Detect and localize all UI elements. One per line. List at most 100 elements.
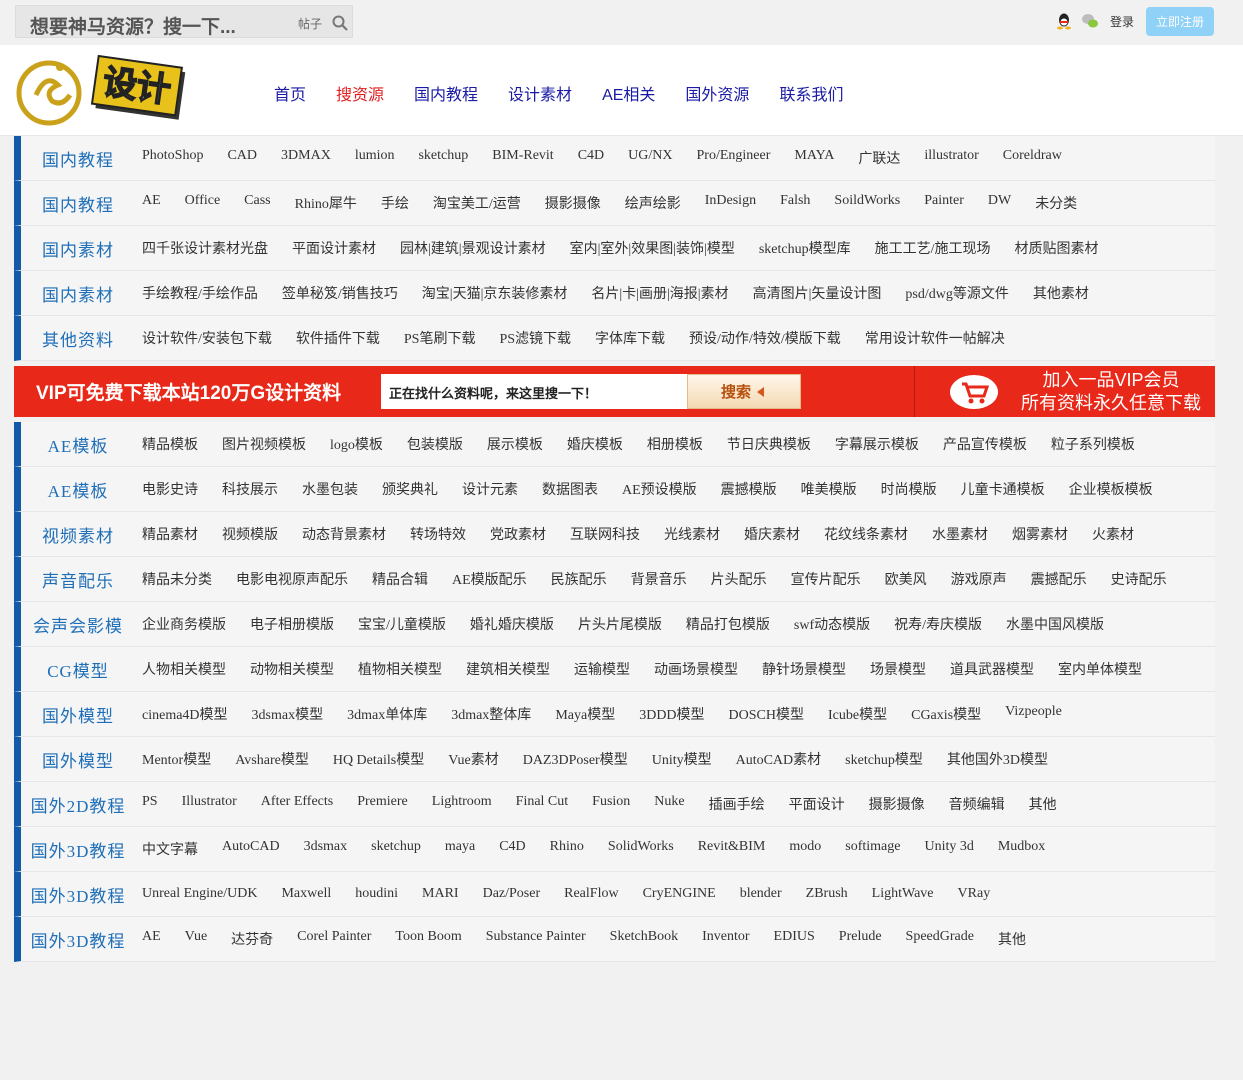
category-link[interactable]: houdini [355,886,398,902]
category-title[interactable]: 国内教程 [21,191,135,216]
category-title[interactable]: 国外3D教程 [21,927,135,952]
category-link[interactable]: 儿童卡通模板 [961,479,1045,499]
category-link[interactable]: SketchBook [610,929,678,949]
category-link[interactable]: HQ Details模型 [333,749,424,769]
category-link[interactable]: 婚庆模板 [567,434,623,454]
category-link[interactable]: Avshare模型 [235,749,309,769]
category-link[interactable]: 宣传片配乐 [791,569,861,589]
category-link[interactable]: logo模板 [330,434,383,454]
category-link[interactable]: sketchup [418,148,468,168]
category-link[interactable]: 中文字幕 [142,839,198,859]
category-link[interactable]: 植物相关模型 [358,659,442,679]
category-title[interactable]: 国外2D教程 [21,792,135,817]
category-link[interactable]: 其他素材 [1033,283,1089,303]
category-link[interactable]: 水墨包装 [302,479,358,499]
category-title[interactable]: 国内素材 [21,281,135,306]
category-link[interactable]: 科技展示 [222,479,278,499]
category-link[interactable]: Vue素材 [448,749,498,769]
category-link[interactable]: 其他 [1029,794,1057,814]
category-link[interactable]: 音频编辑 [949,794,1005,814]
category-link[interactable]: Premiere [357,794,408,814]
category-link[interactable]: SpeedGrade [906,929,974,949]
category-link[interactable]: InDesign [705,193,756,213]
category-link[interactable]: 动画场景模型 [654,659,738,679]
category-title[interactable]: 国内教程 [21,146,135,171]
category-link[interactable]: Rhino犀牛 [295,193,357,213]
category-link[interactable]: 震撼配乐 [1031,569,1087,589]
category-link[interactable]: 时尚模版 [881,479,937,499]
category-link[interactable]: UG/NX [628,148,672,168]
category-link[interactable]: 游戏原声 [951,569,1007,589]
category-link[interactable]: Mentor模型 [142,749,211,769]
category-link[interactable]: 背景音乐 [631,569,687,589]
category-link[interactable]: Revit&BIM [698,839,766,859]
vip-join-text[interactable]: 加入一品VIP会员 所有资料永久任意下载 [1016,369,1206,415]
category-link[interactable]: 字体库下载 [595,328,665,348]
category-title[interactable]: 声音配乐 [21,567,135,592]
category-link[interactable]: lumion [355,148,395,168]
category-link[interactable]: Falsh [780,193,810,213]
category-link[interactable]: C4D [499,839,525,859]
category-link[interactable]: 节日庆典模板 [727,434,811,454]
category-link[interactable]: 精品未分类 [142,569,212,589]
category-link[interactable]: 平面设计素材 [292,238,376,258]
category-link[interactable]: Daz/Poser [483,886,541,902]
category-link[interactable]: AE [142,193,161,213]
banner-search-button[interactable]: 搜索 [687,374,801,409]
category-title[interactable]: 国外3D教程 [21,882,135,907]
category-link[interactable]: 施工工艺/施工现场 [875,238,991,258]
category-link[interactable]: 软件插件下载 [296,328,380,348]
category-link[interactable]: 片头配乐 [711,569,767,589]
category-link[interactable]: MARI [422,886,459,902]
category-link[interactable]: Inventor [702,929,749,949]
category-link[interactable]: 3dmax单体库 [347,704,427,724]
category-title[interactable]: 国外模型 [21,747,135,772]
category-link[interactable]: 产品宣传模板 [943,434,1027,454]
category-link[interactable]: 设计元素 [462,479,518,499]
category-link[interactable]: 火素材 [1092,524,1134,544]
category-link[interactable]: PhotoShop [142,148,203,168]
category-link[interactable]: 水墨中国风模版 [1006,614,1104,634]
category-link[interactable]: 摄影摄像 [545,193,601,213]
category-link[interactable]: LightWave [872,886,934,902]
category-link[interactable]: 手绘教程/手绘作品 [142,283,258,303]
category-link[interactable]: 材质贴图素材 [1014,238,1098,258]
search-input[interactable]: 想要神马资源？搜一下... 帖子 [15,5,353,38]
category-link[interactable]: Coreldraw [1003,148,1062,168]
category-link[interactable]: Unreal Engine/UDK [142,886,257,902]
category-link[interactable]: Maya模型 [555,704,615,724]
category-link[interactable]: 婚庆素材 [744,524,800,544]
category-link[interactable]: 水墨素材 [932,524,988,544]
category-link[interactable]: 园林|建筑|景观设计素材 [400,238,546,258]
nav-link[interactable]: 国外资源 [685,81,749,105]
category-link[interactable]: Unity 3d [924,839,973,859]
category-link[interactable]: 企业模板模板 [1069,479,1153,499]
category-link[interactable]: 展示模板 [487,434,543,454]
nav-link[interactable]: 搜资源 [336,81,384,105]
category-link[interactable]: PS [142,794,158,814]
category-link[interactable]: 室内单体模型 [1058,659,1142,679]
category-link[interactable]: sketchup [371,839,421,859]
category-link[interactable]: DAZ3DPoser模型 [523,749,628,769]
category-link[interactable]: Substance Painter [486,929,586,949]
category-link[interactable]: 插画手绘 [709,794,765,814]
category-link[interactable]: 高清图片|矢量设计图 [753,283,882,303]
category-link[interactable]: illustrator [924,148,978,168]
category-link[interactable]: 场景模型 [870,659,926,679]
category-link[interactable]: After Effects [261,794,333,814]
category-link[interactable]: Illustrator [182,794,237,814]
category-link[interactable]: 未分类 [1035,193,1077,213]
category-link[interactable]: 粒子系列模板 [1051,434,1135,454]
category-link[interactable]: 摄影摄像 [869,794,925,814]
category-link[interactable]: 设计软件/安装包下载 [142,328,272,348]
category-link[interactable]: 签单秘笈/销售技巧 [282,283,398,303]
category-link[interactable]: 3DDD模型 [639,704,704,724]
qq-icon[interactable] [1055,12,1073,30]
category-link[interactable]: AutoCAD素材 [736,749,822,769]
category-link[interactable]: PS笔刷下载 [404,328,476,348]
category-link[interactable]: 民族配乐 [551,569,607,589]
category-link[interactable]: Painter [924,193,964,213]
category-link[interactable]: modo [789,839,821,859]
category-link[interactable]: sketchup模型库 [759,238,851,258]
category-link[interactable]: Corel Painter [297,929,371,949]
